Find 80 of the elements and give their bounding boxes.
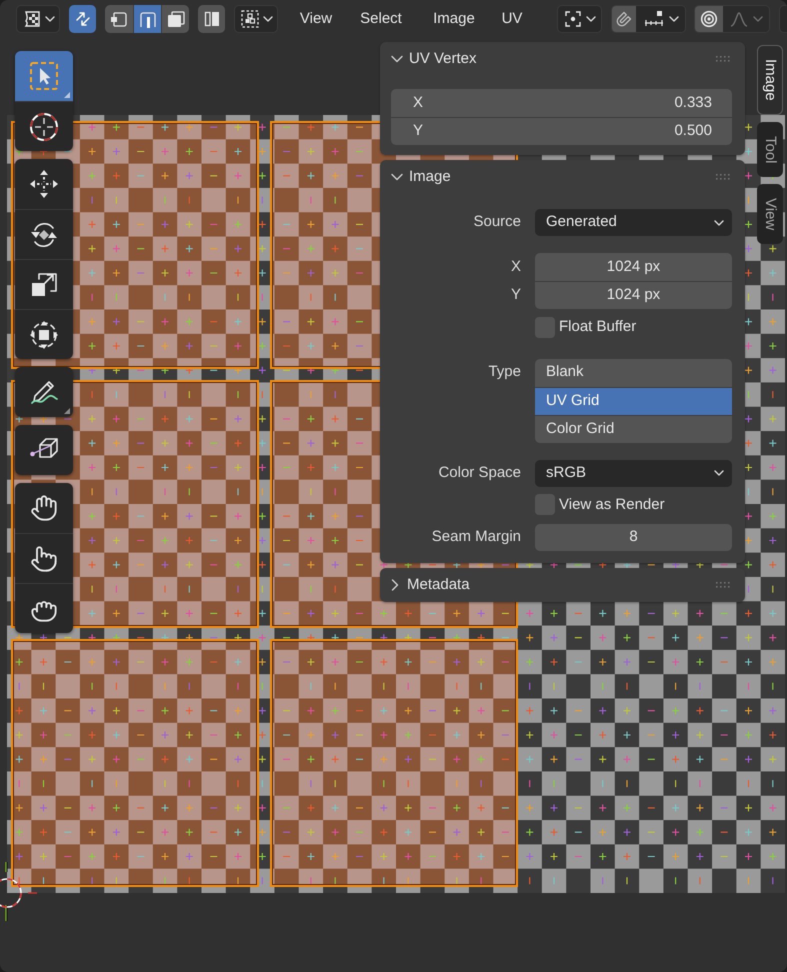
select-mode-button[interactable]	[133, 5, 161, 33]
number-field[interactable]: 8	[535, 524, 732, 551]
chevron-down-icon	[714, 220, 724, 226]
tool-button[interactable]	[15, 533, 73, 583]
enum-option[interactable]: UV Grid	[535, 386, 732, 414]
tool-button[interactable]	[15, 101, 73, 151]
overlay-dropdown[interactable]	[234, 5, 278, 33]
hand-icon	[30, 494, 58, 522]
number-field[interactable]: Y 0.500	[391, 117, 732, 145]
chevron-down-icon	[753, 16, 763, 22]
field-label: Seam Margin	[432, 527, 521, 548]
menu-item[interactable]: Image	[419, 5, 489, 33]
tool-button[interactable]	[15, 425, 73, 475]
pointing-hand-icon	[30, 544, 58, 572]
transform-icon	[28, 318, 60, 350]
field-label: Y	[510, 284, 521, 305]
panel-title[interactable]: Image	[409, 166, 451, 188]
tool-button[interactable]	[15, 583, 73, 633]
vertex-select-icon	[109, 10, 129, 28]
snap-increment-dropdown[interactable]	[636, 6, 685, 32]
number-field[interactable]: 1024 px	[535, 281, 732, 309]
face-select-icon	[166, 10, 186, 28]
proportional-editing-toggle[interactable]	[695, 6, 723, 32]
checkbox[interactable]	[535, 494, 555, 516]
chevron-down-icon	[714, 470, 724, 476]
split-view-button[interactable]	[198, 5, 225, 33]
checkbox-label[interactable]: Float Buffer	[559, 316, 636, 338]
menu-item[interactable]: Select	[346, 5, 416, 33]
cursor-2d-icon	[0, 861, 38, 923]
sync-selection-toggle[interactable]	[69, 5, 96, 33]
tool-button[interactable]	[15, 159, 73, 209]
number-field[interactable]: 1024 px	[535, 253, 732, 281]
bell-curve-icon	[729, 10, 749, 28]
chevron-down-icon	[586, 16, 596, 22]
bracket-dot-icon	[563, 9, 583, 29]
concentric-circles-icon	[700, 10, 718, 28]
magnet-icon	[615, 10, 633, 28]
panel-title[interactable]: UV Vertex	[409, 48, 477, 70]
tool-button[interactable]	[15, 259, 73, 309]
tool-button[interactable]	[15, 367, 73, 417]
chevron-down-icon	[44, 16, 54, 22]
dropdown[interactable]: sRGB	[535, 460, 732, 486]
panel-title[interactable]: Metadata	[407, 574, 470, 596]
snap-toggle[interactable]	[612, 6, 636, 32]
field-label: Type	[488, 362, 521, 382]
editor-type-dropdown[interactable]	[16, 5, 60, 33]
menu-item[interactable]: UV	[491, 5, 533, 33]
drag-handle-icon	[716, 582, 731, 588]
field-label: Color Space	[438, 462, 521, 483]
diagonal-arrows-icon	[74, 10, 92, 28]
menu-item[interactable]: View	[287, 5, 345, 33]
drag-handle-icon	[716, 56, 731, 62]
chevron-down-icon	[262, 16, 272, 22]
edge-select-icon	[138, 10, 158, 28]
tool-button[interactable]	[15, 209, 73, 259]
falloff-dropdown[interactable]	[723, 6, 769, 32]
dashed-square-shapes-icon	[240, 9, 260, 29]
sidebar-tab[interactable]: View	[757, 184, 783, 244]
number-field[interactable]: X 0.333	[391, 89, 732, 117]
enum-option[interactable]: Color Grid	[535, 414, 732, 442]
field-label: Source	[473, 212, 521, 232]
select-mode-button[interactable]	[161, 5, 189, 33]
increment-ticks-icon	[642, 10, 664, 28]
tool-button[interactable]	[15, 309, 73, 359]
tool-button[interactable]	[15, 483, 73, 533]
chevron-down-icon	[668, 16, 678, 22]
pivot-dropdown[interactable]	[557, 5, 602, 33]
select-box-icon	[28, 60, 60, 92]
sidebar-tab[interactable]: Image	[757, 45, 783, 115]
drag-handle-icon	[716, 174, 731, 180]
sidebar-tab[interactable]: Tool	[757, 122, 783, 178]
checkbox[interactable]	[535, 316, 555, 338]
crosshair-circle-icon	[28, 110, 60, 142]
enum-option[interactable]: Blank	[535, 358, 732, 386]
move-arrows-icon	[28, 168, 60, 200]
dropdown[interactable]: Generated	[535, 209, 732, 236]
checkbox-label[interactable]: View as Render	[559, 494, 665, 516]
select-mode-button[interactable]	[105, 5, 133, 33]
two-panels-icon	[202, 10, 220, 28]
field-label: X	[510, 256, 521, 277]
